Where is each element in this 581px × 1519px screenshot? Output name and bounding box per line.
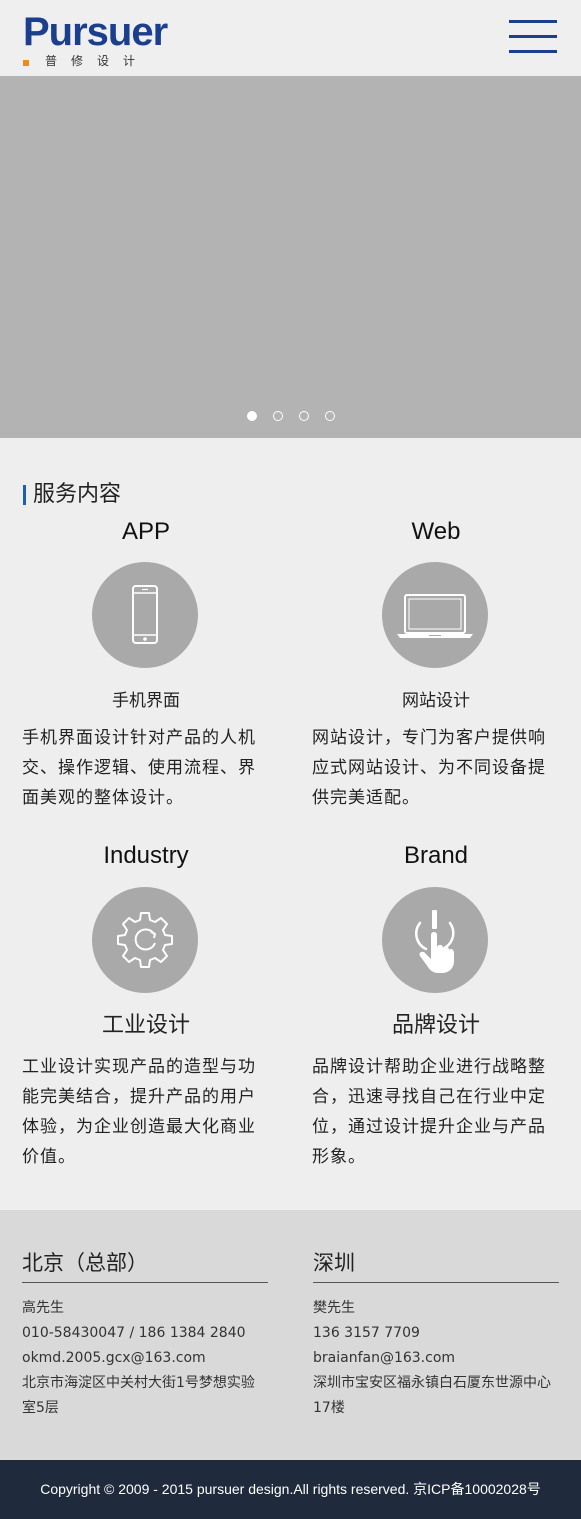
office-phone[interactable]: 010-58430047 / 186 1384 2840 [22,1321,268,1346]
office-contact: 高先生 [22,1300,64,1316]
service-name: Industry [103,842,189,869]
logo-subtitle: 普修设计 [45,54,150,68]
office-address: 北京市海淀区中关村大街1号梦想实验室5层 [22,1375,255,1416]
hamburger-menu-icon[interactable] [509,20,557,56]
header: Pursuer 普修设计 [0,0,581,76]
office-contact: 樊先生 [313,1300,355,1316]
logo-accent-square [23,60,29,66]
hero-carousel [0,76,581,438]
service-name: APP [121,518,171,545]
office-shenzhen: 深圳 樊先生 136 3157 7709 braianfan@163.com 深… [313,1248,559,1421]
smartphone-icon [92,562,198,668]
contact-footer: 北京（总部） 高先生 010-58430047 / 186 1384 2840 … [0,1210,581,1460]
service-name: Web [411,518,461,545]
office-email[interactable]: braianfan@163.com [313,1346,559,1371]
office-email[interactable]: okmd.2005.gcx@163.com [22,1346,268,1371]
service-industry[interactable]: Industry 工业设计 工业设计实现产品的造型与功能完美结合，提升产品的用户… [22,840,270,1170]
service-description: 工业设计实现产品的造型与功能完美结合，提升产品的用户体验，为企业创造最大化商业价… [22,1057,256,1167]
service-web[interactable]: Web 网站设计 网站设计，专门为客户提供响应式网站设计、为不同设备提供完美适配… [312,516,560,816]
service-brand[interactable]: Brand 品牌设计 品牌设计帮助企业进行战略整合，迅速寻找自己在行业中定位，通… [312,840,560,1170]
service-subtitle: 工业设计 [101,1013,190,1038]
carousel-dot-2[interactable] [272,411,283,421]
copyright-bar: Copyright © 2009 - 2015 pursuer design.A… [0,1460,581,1519]
service-subtitle: 品牌设计 [391,1013,480,1038]
gear-icon [92,887,198,993]
service-app[interactable]: APP 手机界面 手机界面设计针对产品的人机交、操作逻辑、使用流程、界面美观的整… [22,516,270,816]
logo-text: Pursuer [23,10,168,54]
office-address: 深圳市宝安区福永镇白石厦东世源中心17楼 [313,1375,551,1416]
service-description: 品牌设计帮助企业进行战略整合，迅速寻找自己在行业中定位，通过设计提升企业与产品形… [312,1057,546,1167]
carousel-indicators [0,411,581,425]
office-phone[interactable]: 136 3157 7709 [313,1321,559,1346]
office-city: 北京（总部） [22,1248,268,1283]
services-section-title: 服务内容 [23,482,121,508]
logo[interactable]: Pursuer 普修设计 [23,10,173,70]
carousel-dot-3[interactable] [298,411,309,421]
service-subtitle: 网站设计 [402,691,470,711]
laptop-icon [382,562,488,668]
office-beijing: 北京（总部） 高先生 010-58430047 / 186 1384 2840 … [22,1248,268,1421]
touch-hand-icon [382,887,488,993]
office-city: 深圳 [313,1248,559,1283]
carousel-dot-4[interactable] [324,411,335,421]
service-name: Brand [403,842,469,869]
service-subtitle: 手机界面 [112,691,180,711]
service-description: 网站设计，专门为客户提供响应式网站设计、为不同设备提供完美适配。 [312,728,546,808]
carousel-dot-1[interactable] [246,411,257,421]
service-description: 手机界面设计针对产品的人机交、操作逻辑、使用流程、界面美观的整体设计。 [22,728,256,808]
